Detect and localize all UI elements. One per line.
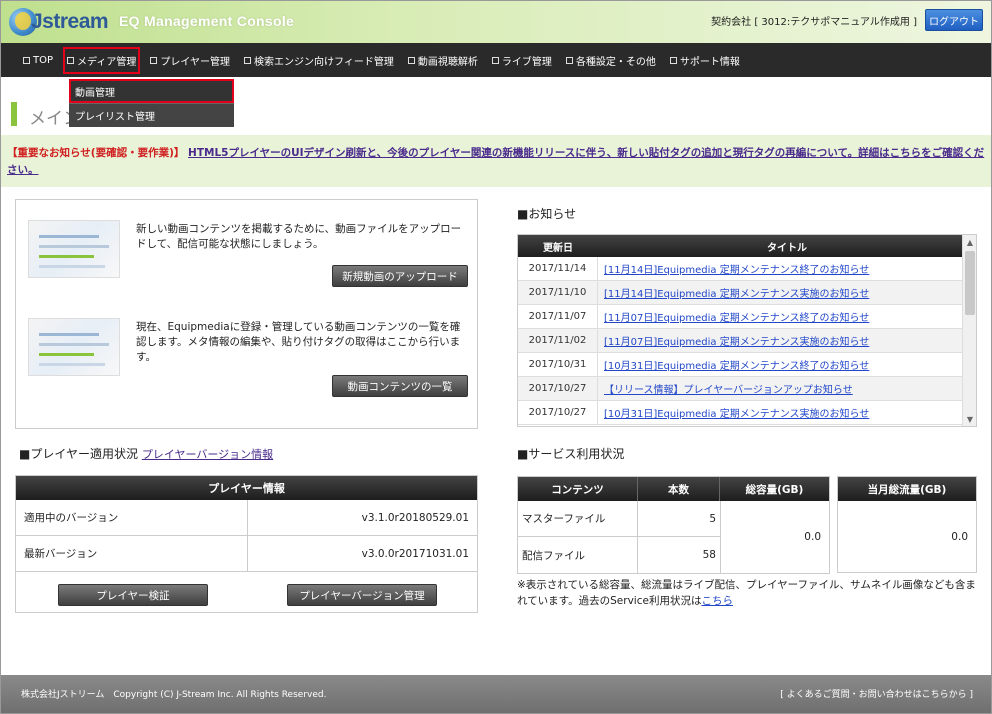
checkbox-icon: [565, 56, 573, 64]
scroll-up-icon[interactable]: ▲: [963, 235, 976, 249]
checkbox-icon: [23, 56, 30, 64]
media-dropdown: 動画管理 プレイリスト管理: [69, 79, 234, 127]
delivery-file-count: 58: [702, 549, 716, 561]
total-capacity: 0.0: [720, 501, 829, 573]
master-file-label: マスターファイル: [518, 501, 638, 537]
video-list-button[interactable]: 動画コンテンツの一覧: [332, 375, 468, 397]
news-link[interactable]: 【リリース情報】プレイヤーバージョンアップお知らせ: [604, 381, 853, 396]
player-version-link[interactable]: プレイヤーバージョン情報: [142, 448, 273, 461]
service-note: ※表示されている総容量、総流量はライブ配信、プレイヤーファイル、サムネイル画像な…: [517, 579, 976, 607]
checkbox-icon: [669, 56, 677, 64]
upload-thumbnail: [28, 220, 120, 278]
player-section-title: ■プレイヤー適用状況 プレイヤーバージョン情報: [19, 447, 274, 461]
nav-item-analytics[interactable]: 動画視聴解析: [406, 49, 480, 72]
notice-tag: 【重要なお知らせ(要確認・要作業)】: [7, 147, 185, 159]
news-list: 更新日 タイトル 2017/11/14 [11月14日]Equipmedia 定期…: [517, 234, 977, 427]
current-version: v3.1.0r20180529.01: [361, 511, 469, 524]
player-table-head: プレイヤー情報: [16, 476, 477, 500]
logout-button[interactable]: ログアウト: [925, 9, 983, 31]
master-file-count: 5: [638, 501, 720, 537]
player-version-manage-button[interactable]: プレイヤーバージョン管理: [287, 584, 437, 606]
news-link[interactable]: [11月14日]Equipmedia 定期メンテナンス終了のお知らせ: [604, 261, 869, 276]
checkbox-icon: [407, 56, 415, 64]
news-scrollbar[interactable]: ▲ ▼: [962, 235, 976, 426]
scroll-thumb[interactable]: [965, 251, 975, 315]
upload-description: 新しい動画コンテンツを掲載するために、動画ファイルをアップロードして、配信可能な…: [136, 223, 462, 250]
logo-text: Jstream: [31, 10, 109, 33]
upload-video-button[interactable]: 新規動画のアップロード: [332, 265, 468, 287]
table-row: 2017/11/10 [11月14日]Equipmedia 定期メンテナンス実施の…: [518, 281, 962, 305]
faq-link[interactable]: [ よくあるご質問・お問い合わせはこちらから ]: [780, 687, 973, 700]
player-info-box: プレイヤー情報 適用中のバージョン v3.1.0r20180529.01 最新バ…: [15, 475, 478, 613]
nav-item-top[interactable]: TOP: [21, 51, 55, 70]
dropdown-item-video[interactable]: 動画管理: [69, 79, 234, 103]
copyright: 株式会社Jストリーム Copyright (C) J-Stream Inc. A…: [21, 690, 327, 700]
nav-item-search-feed[interactable]: 検索エンジン向けフィード管理: [242, 49, 396, 72]
main-content: 新しい動画コンテンツを掲載するために、動画ファイルをアップロードして、配信可能な…: [1, 187, 991, 675]
console-title: EQ Management Console: [119, 13, 295, 29]
nav-item-live[interactable]: ライブ管理: [490, 49, 554, 72]
news-link[interactable]: [10月31日]Equipmedia 定期メンテナンス実施のお知らせ: [604, 405, 869, 420]
news-link[interactable]: [11月14日]Equipmedia 定期メンテナンス実施のお知らせ: [604, 285, 869, 300]
nav-item-player[interactable]: プレイヤー管理: [148, 49, 232, 72]
service-usage-table: コンテンツ 本数 総容量(GB) マスターファイル 配信ファイル 5 58 0.…: [517, 476, 830, 574]
scroll-down-icon[interactable]: ▼: [963, 412, 976, 426]
news-section-title: ■お知らせ: [517, 207, 577, 221]
checkbox-icon: [244, 56, 252, 64]
footer: 株式会社Jストリーム Copyright (C) J-Stream Inc. A…: [1, 675, 991, 713]
header: Jstream EQ Management Console 契約会社 [ 301…: [1, 1, 991, 43]
list-thumbnail: [28, 318, 120, 376]
table-row: 2017/10/31 [10月31日]Equipmedia 定期メンテナンス終了の…: [518, 353, 962, 377]
news-table-head: 更新日 タイトル: [518, 235, 976, 257]
jstream-logo[interactable]: Jstream: [9, 7, 109, 37]
table-row: 2017/10/27 【リリース情報】プレイヤーバージョンアップお知らせ: [518, 377, 962, 401]
nav-item-settings[interactable]: 各種設定・その他: [564, 49, 658, 72]
monthly-traffic-value: 0.0: [951, 531, 968, 543]
checkbox-icon: [491, 56, 499, 64]
checkbox-icon: [150, 56, 158, 64]
news-link[interactable]: [11月07日]Equipmedia 定期メンテナンス終了のお知らせ: [604, 309, 869, 324]
important-notice: 【重要なお知らせ(要確認・要作業)】 HTML5プレイヤーのUIデザイン刷新と、…: [1, 135, 991, 187]
table-row: 最新バージョン v3.0.0r20171031.01: [16, 536, 477, 572]
checkbox-icon: [67, 56, 75, 64]
media-box: 新しい動画コンテンツを掲載するために、動画ファイルをアップロードして、配信可能な…: [15, 199, 478, 429]
dropdown-item-playlist[interactable]: プレイリスト管理: [69, 103, 234, 127]
heading-accent-bar: [11, 102, 17, 126]
news-link[interactable]: [10月31日]Equipmedia 定期メンテナンス終了のお知らせ: [604, 357, 869, 372]
nav-item-support[interactable]: サポート情報: [668, 49, 742, 72]
main-nav: TOP メディア管理 プレイヤー管理 検索エンジン向けフィード管理 動画視聴解析…: [1, 43, 991, 77]
service-section-title: ■サービス利用状況: [517, 447, 625, 461]
delivery-file-label: 配信ファイル: [518, 537, 638, 573]
nav-item-media[interactable]: メディア管理: [63, 46, 141, 74]
table-row: 2017/10/27 [10月31日]Equipmedia 定期メンテナンス実施の…: [518, 401, 962, 425]
table-row: 2017/11/02 [11月07日]Equipmedia 定期メンテナンス実施の…: [518, 329, 962, 353]
table-row: 適用中のバージョン v3.1.0r20180529.01: [16, 500, 477, 536]
list-description: 現在、Equipmediaに登録・管理している動画コンテンツの一覧を確認します。…: [136, 321, 461, 363]
news-link[interactable]: [11月07日]Equipmedia 定期メンテナンス実施のお知らせ: [604, 333, 869, 348]
service-table-head: コンテンツ 本数 総容量(GB): [518, 477, 829, 501]
news-rows: 2017/11/14 [11月14日]Equipmedia 定期メンテナンス終了の…: [518, 257, 962, 425]
monthly-traffic-box: 当月総流量(GB) 0.0: [837, 476, 977, 573]
latest-version: v3.0.0r20171031.01: [361, 547, 469, 560]
contract-info: 契約会社 [ 3012:テクサポマニュアル作成用 ]: [711, 17, 917, 28]
service-history-link[interactable]: こちら: [701, 595, 733, 607]
player-verify-button[interactable]: プレイヤー検証: [58, 584, 208, 606]
table-row: 2017/11/07 [11月07日]Equipmedia 定期メンテナンス終了の…: [518, 305, 962, 329]
table-row: 2017/11/14 [11月14日]Equipmedia 定期メンテナンス終了の…: [518, 257, 962, 281]
